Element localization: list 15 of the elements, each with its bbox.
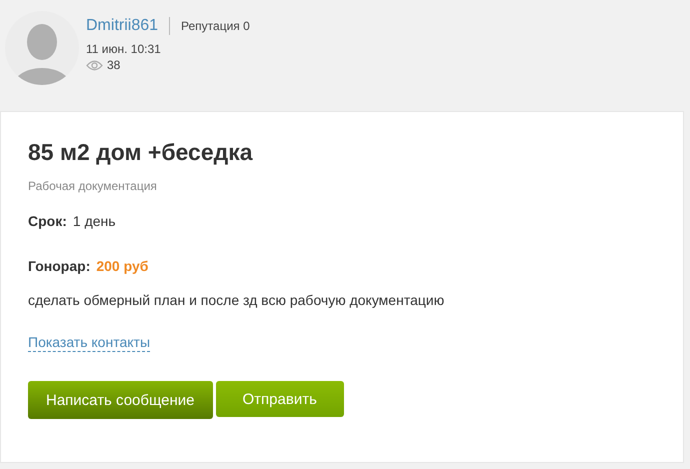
author-name[interactable]: Dmitrii861 [86,17,158,35]
fee-value: 200 руб [96,258,148,274]
deadline-label: Срок: [28,213,67,229]
post-date: 11 июн. 10:31 [86,42,162,56]
fee-label: Гонорар: [28,258,90,274]
task-title: 85 м2 дом +беседка [28,139,254,166]
task-description: сделать обмерный план и после зд всю рабочую документацию [28,292,446,308]
deadline-value: 1 день [72,213,116,229]
show-contacts-link[interactable]: Показать контакты [28,334,150,352]
eye-icon [86,60,103,70]
view-count: 38 [107,58,120,72]
reputation: Репутация 0 [181,19,250,33]
write-message-button[interactable]: Написать сообщение [28,381,213,419]
task-category: Рабочая документация [28,179,158,193]
send-button[interactable]: Отправить [216,381,344,417]
